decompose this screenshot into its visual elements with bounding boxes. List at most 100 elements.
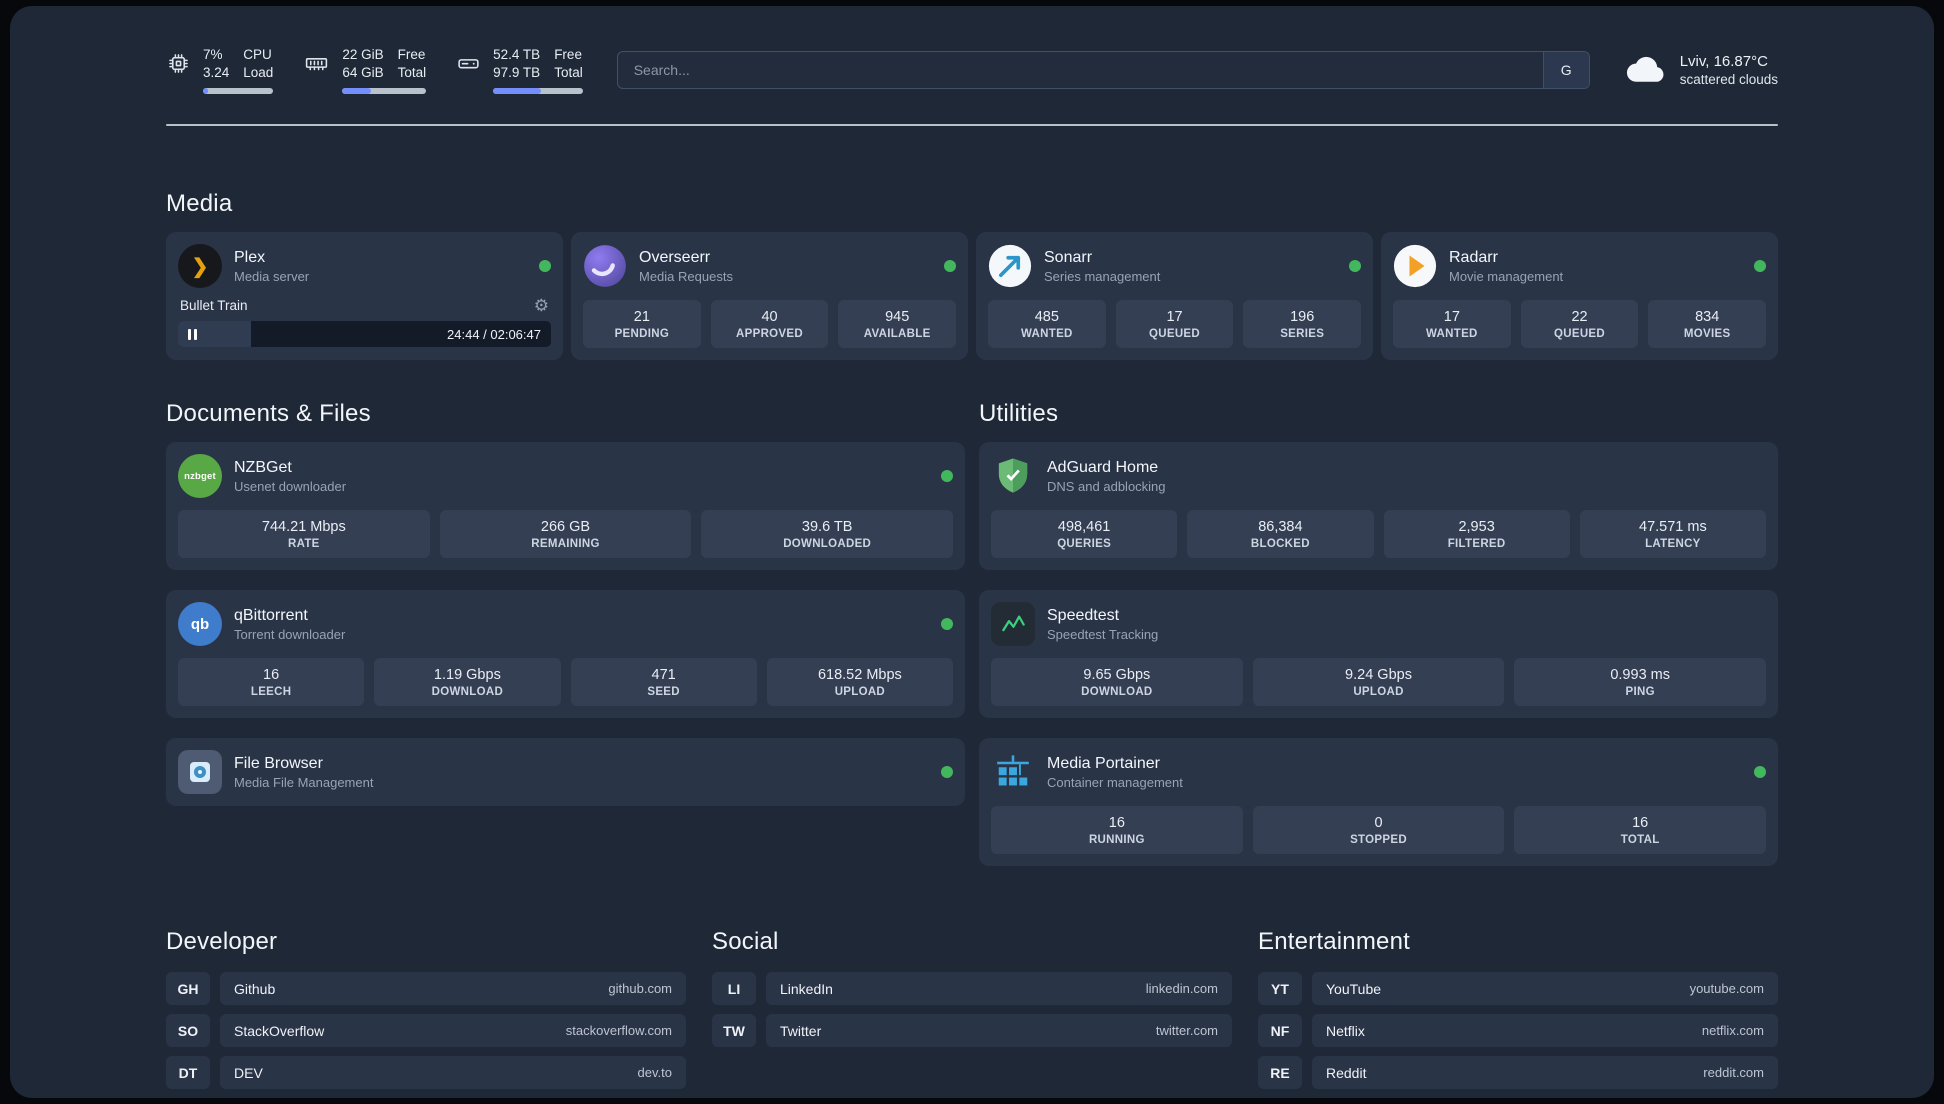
weather-location: Lviv, 16.87°C	[1679, 53, 1768, 70]
bookmark-link-netflix[interactable]: Netflix netflix.com	[1312, 1014, 1778, 1047]
bookmark-abbr[interactable]: NF	[1258, 1014, 1302, 1047]
stat-blocked: 86,384 BLOCKED	[1187, 510, 1374, 558]
bookmark-abbr[interactable]: TW	[712, 1014, 756, 1047]
service-name: Sonarr	[1044, 248, 1093, 266]
adguard-icon	[991, 454, 1035, 498]
service-subtitle: Series management	[1044, 268, 1161, 284]
section-title-media: Media	[166, 190, 233, 217]
service-card-speedtest[interactable]: Speedtest Speedtest Tracking 9.65 Gbps D…	[979, 590, 1778, 718]
stat-download: 9.65 Gbps DOWNLOAD	[991, 658, 1243, 706]
bookmark-abbr[interactable]: SO	[166, 1014, 210, 1047]
bookmark-row-twitter: TW Twitter twitter.com	[712, 1014, 1232, 1047]
cpu-label: CPU	[243, 47, 272, 62]
bookmark-group-social: Social LI LinkedIn linkedin.com TW Twitt…	[712, 928, 1232, 1089]
filebrowser-icon	[178, 750, 222, 794]
cpu-progress-bar	[203, 88, 274, 94]
stat-pending: 21 PENDING	[583, 300, 701, 348]
ram-total-value: 64 GiB	[342, 65, 384, 80]
bookmark-abbr[interactable]: DT	[166, 1056, 210, 1089]
stat-latency: 47.571 ms LATENCY	[1579, 510, 1766, 558]
bookmark-abbr[interactable]: RE	[1258, 1056, 1302, 1089]
cpu-load-label: Load	[243, 65, 274, 80]
search-bar[interactable]: G	[616, 51, 1590, 89]
ram-metric: 22 GiB 64 GiB Free Total	[303, 46, 427, 94]
service-card-sonarr[interactable]: Sonarr Series management 485 WANTED 17 Q…	[976, 232, 1373, 360]
cloud-icon	[1624, 52, 1668, 89]
stat-seed: 471 SEED	[570, 658, 757, 706]
bookmark-link-youtube[interactable]: YouTube youtube.com	[1312, 972, 1778, 1005]
service-card-radarr[interactable]: Radarr Movie management 17 WANTED 22 QUE…	[1381, 232, 1778, 360]
bookmark-link-dev[interactable]: DEV dev.to	[220, 1056, 686, 1089]
bookmark-row-linkedin: LI LinkedIn linkedin.com	[712, 972, 1232, 1005]
disk-values: 52.4 TB 97.9 TB	[493, 46, 540, 82]
bookmark-group-developer: Developer GH Github github.com SO StackO…	[166, 928, 686, 1089]
service-name: NZBGet	[234, 458, 292, 476]
bookmark-abbr[interactable]: YT	[1258, 972, 1302, 1005]
stat-wanted: 485 WANTED	[988, 300, 1106, 348]
status-dot	[944, 260, 956, 272]
bookmark-row-stackoverflow: SO StackOverflow stackoverflow.com	[166, 1014, 686, 1047]
search-provider-button[interactable]: G	[1542, 52, 1589, 88]
playback-progress-bar[interactable]: 24:44 / 02:06:47	[178, 321, 551, 347]
stat-queries: 498,461 QUERIES	[991, 510, 1178, 558]
section-documents: Documents & Files nzbget NZBGet Usenet d…	[166, 400, 965, 866]
bookmark-link-twitter[interactable]: Twitter twitter.com	[766, 1014, 1232, 1047]
stat-running: 16 RUNNING	[991, 806, 1243, 854]
stat-rate: 744.21 Mbps RATE	[178, 510, 430, 558]
ram-progress-fill	[342, 88, 371, 94]
bookmark-link-linkedin[interactable]: LinkedIn linkedin.com	[766, 972, 1232, 1005]
service-card-portainer[interactable]: Media Portainer Container management 16 …	[979, 738, 1778, 866]
service-name: Media Portainer	[1047, 754, 1160, 772]
service-card-qbittorrent[interactable]: qb qBittorrent Torrent downloader 16 LEE…	[166, 590, 965, 718]
disk-free-value: 52.4 TB	[493, 47, 541, 62]
nzbget-icon: nzbget	[178, 454, 222, 498]
service-name: Overseerr	[639, 248, 711, 266]
section-title-documents: Documents & Files	[166, 400, 371, 427]
bookmark-group-entertainment: Entertainment YT YouTube youtube.com NF …	[1258, 928, 1778, 1089]
service-subtitle: DNS and adblocking	[1047, 478, 1166, 494]
bookmark-link-stackoverflow[interactable]: StackOverflow stackoverflow.com	[220, 1014, 686, 1047]
status-dot	[539, 260, 551, 272]
now-playing-title: Bullet Train	[180, 298, 248, 313]
stat-queued: 17 QUEUED	[1115, 300, 1234, 348]
bookmark-row-reddit: RE Reddit reddit.com	[1258, 1056, 1778, 1089]
stat-series: 196 SERIES	[1243, 300, 1362, 348]
bookmark-row-dev: DT DEV dev.to	[166, 1056, 686, 1089]
bookmark-row-youtube: YT YouTube youtube.com	[1258, 972, 1778, 1005]
nzbget-glyph: nzbget	[184, 470, 216, 482]
gear-icon[interactable]: ⚙	[534, 297, 549, 314]
service-name: AdGuard Home	[1047, 458, 1159, 476]
weather-widget[interactable]: Lviv, 16.87°C scattered clouds	[1624, 52, 1778, 89]
disk-icon	[456, 51, 481, 94]
service-card-adguard[interactable]: AdGuard Home DNS and adblocking 498,461 …	[979, 442, 1778, 570]
status-dot	[1754, 260, 1766, 272]
service-card-overseerr[interactable]: Overseerr Media Requests 21 PENDING 40 A…	[571, 232, 968, 360]
stat-upload: 618.52 Mbps UPLOAD	[766, 658, 953, 706]
system-metrics: 7% 3.24 CPU Load 22 GiB 64 GiB Free Tota…	[166, 46, 583, 94]
service-name: Radarr	[1449, 248, 1498, 266]
section-title-entertainment: Entertainment	[1258, 928, 1411, 955]
bookmark-abbr[interactable]: LI	[712, 972, 756, 1005]
stat-movies: 834 MOVIES	[1648, 300, 1767, 348]
bookmark-link-github[interactable]: Github github.com	[220, 972, 686, 1005]
disk-total-label: Total	[554, 65, 583, 80]
service-card-plex[interactable]: ❯ Plex Media server Bullet Train ⚙ 24:44…	[166, 232, 563, 360]
service-subtitle: Usenet downloader	[234, 478, 347, 494]
search-input[interactable]	[617, 52, 1543, 88]
bookmark-link-reddit[interactable]: Reddit reddit.com	[1312, 1056, 1778, 1089]
cpu-icon	[166, 51, 191, 94]
bookmark-row-netflix: NF Netflix netflix.com	[1258, 1014, 1778, 1047]
pause-icon[interactable]	[188, 328, 197, 340]
status-dot	[1349, 260, 1361, 272]
status-dot	[1754, 766, 1766, 778]
cpu-values: 7% 3.24	[203, 46, 229, 82]
bookmark-abbr[interactable]: GH	[166, 972, 210, 1005]
stat-approved: 40 APPROVED	[710, 300, 829, 348]
service-card-filebrowser[interactable]: File Browser Media File Management	[166, 738, 965, 806]
ram-labels: Free Total	[398, 46, 427, 82]
cpu-load-value: 3.24	[203, 65, 230, 80]
status-dot	[941, 766, 953, 778]
service-subtitle: Media server	[234, 268, 310, 284]
cpu-metric: 7% 3.24 CPU Load	[166, 46, 274, 94]
service-card-nzbget[interactable]: nzbget NZBGet Usenet downloader 744.21 M…	[166, 442, 965, 570]
